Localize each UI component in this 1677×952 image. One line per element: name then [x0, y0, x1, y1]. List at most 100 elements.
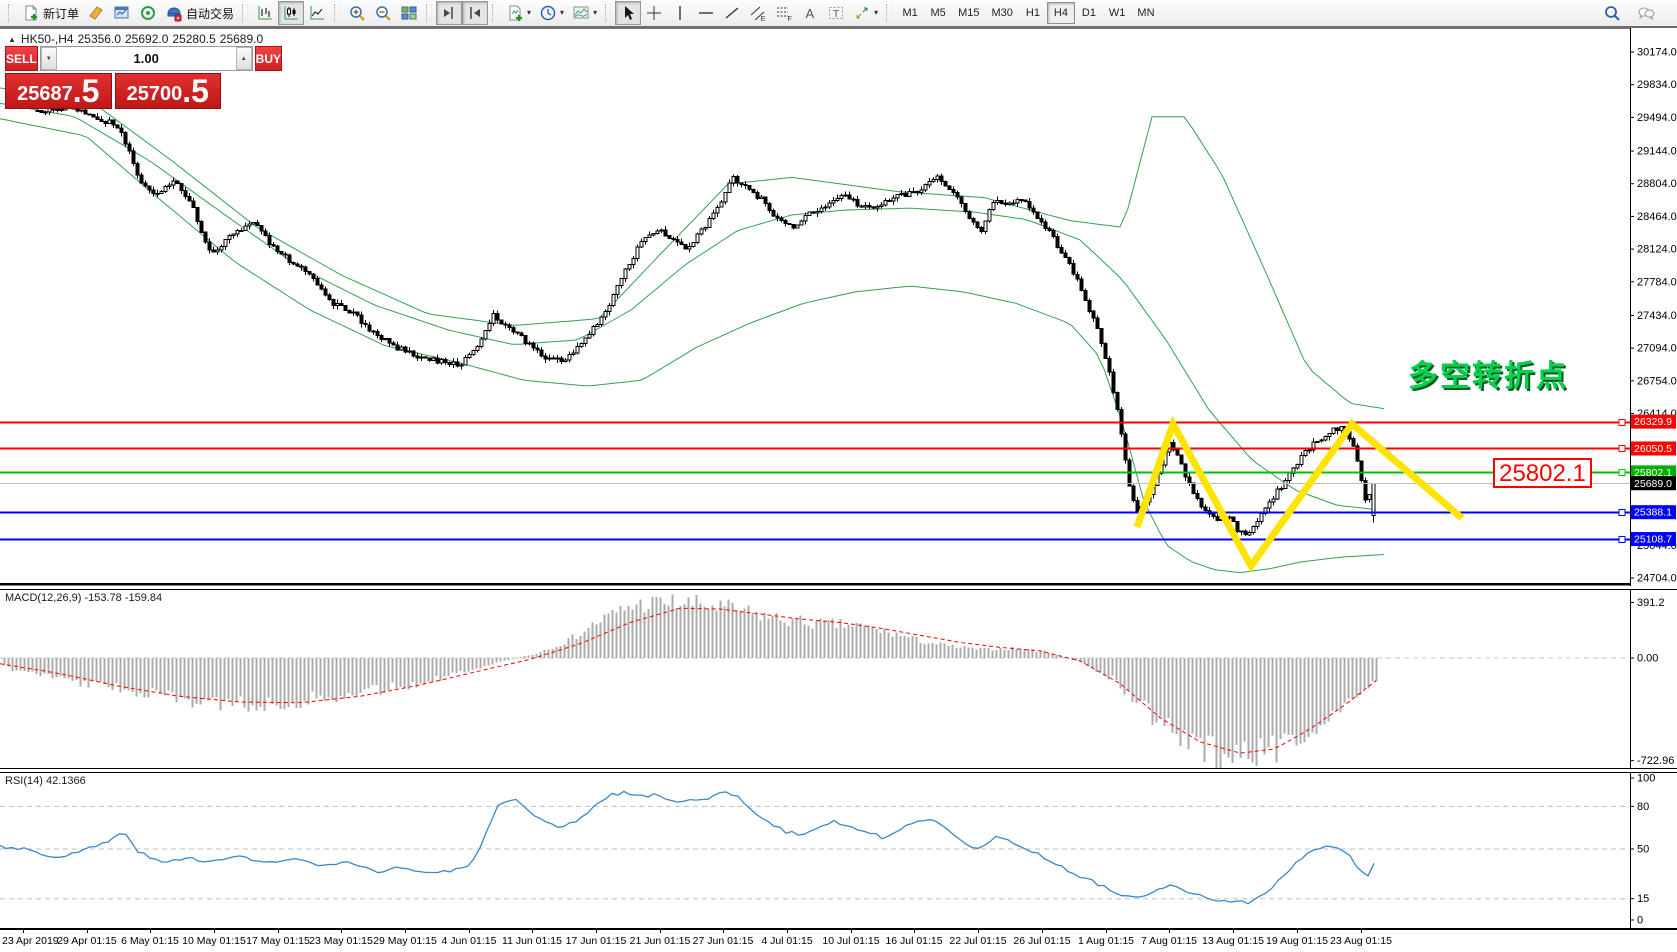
text-label-button[interactable]: T	[823, 1, 849, 25]
tf-m30-label: M30	[992, 7, 1013, 19]
tf-mn-button[interactable]: MN	[1131, 2, 1160, 24]
trendline-icon	[723, 4, 741, 22]
text-icon: A	[801, 4, 819, 22]
auto-trading-button[interactable]: 自动交易	[161, 1, 238, 25]
hline-26329.9[interactable]	[0, 420, 1630, 426]
toolbar: 新订单 自动交易 ▾ ▾ ▾ E F AT ▾ M1M5 M15 M30 H1 H4 D1W1 MN	[0, 0, 1677, 28]
hline-25108.7[interactable]	[0, 537, 1630, 543]
candlestick-chart-button[interactable]	[278, 1, 304, 25]
price-badge-25108.7: 25108.7	[1631, 532, 1676, 546]
templates-button[interactable]: ▾	[568, 1, 601, 25]
tf-m15-label: M15	[958, 7, 979, 19]
new-order-button[interactable]: 新订单	[18, 1, 83, 25]
crosshair-button[interactable]	[641, 1, 667, 25]
price-tick-label: 28804.0	[1637, 178, 1677, 190]
vertical-line-button[interactable]	[667, 1, 693, 25]
tf-h4-button[interactable]: H4	[1047, 2, 1075, 24]
indicators-button[interactable]: ▾	[502, 1, 535, 25]
tf-h1-button[interactable]: H1	[1019, 2, 1047, 24]
price-tick-label: 29494.0	[1637, 112, 1677, 124]
price-tick-label: 29144.0	[1637, 146, 1677, 158]
macd-tick-label: -722.96	[1637, 755, 1674, 767]
templates-dropdown-icon[interactable]: ▾	[593, 9, 597, 17]
rsi-tick-label: 0	[1637, 915, 1643, 927]
macd-tick-label: 391.2	[1637, 597, 1665, 609]
arrows-dropdown-icon[interactable]: ▾	[874, 9, 878, 17]
time-axis[interactable]: 23 Apr 201929 Apr 01:156 May 01:1510 May…	[0, 929, 1677, 952]
svg-text:E: E	[761, 16, 766, 22]
bar-chart-button[interactable]	[252, 1, 278, 25]
tile-windows-button[interactable]	[396, 1, 422, 25]
price-tick-label: 24704.0	[1637, 572, 1677, 584]
hline-25802.1[interactable]	[0, 470, 1630, 476]
zigzag-annotation[interactable]	[1137, 424, 1462, 566]
macd-label: MACD(12,26,9) -153.78 -159.84	[5, 592, 162, 604]
svg-text:F: F	[788, 16, 792, 22]
rsi-tick-label: 15	[1637, 893, 1649, 905]
auto-scroll-button[interactable]	[462, 1, 488, 25]
buy-price-button[interactable]: 25700.5	[115, 73, 222, 109]
line-chart-button[interactable]	[304, 1, 330, 25]
tf-mn-label: MN	[1137, 7, 1154, 19]
one-click-trading-panel: SELL ▼ ▲ BUY 25687.5 25700.5	[5, 46, 221, 109]
macd-canvas[interactable]: 391.2 0.00 -722.96	[0, 589, 1677, 769]
tf-w1-button[interactable]: W1	[1103, 2, 1132, 24]
search-button[interactable]	[1599, 1, 1625, 25]
equidistant-channel-button[interactable]: E	[745, 1, 771, 25]
cursor-button[interactable]	[615, 1, 641, 25]
zoom-out-button[interactable]	[370, 1, 396, 25]
tf-d1-button[interactable]: D1	[1075, 2, 1103, 24]
periods-dropdown-icon[interactable]: ▾	[560, 9, 564, 17]
charts-window-button[interactable]	[109, 1, 135, 25]
hline-icon	[697, 4, 715, 22]
arrows-button[interactable]: ▾	[849, 1, 882, 25]
ohlc-low: 25280.5	[172, 32, 215, 46]
signals-icon	[139, 4, 157, 22]
fibonacci-button[interactable]: F	[771, 1, 797, 25]
chart-shift-button[interactable]	[436, 1, 462, 25]
price-tick-label: 30174.0	[1637, 47, 1677, 59]
zoom-out-icon	[374, 4, 392, 22]
tf-m15-button[interactable]: M15	[952, 2, 985, 24]
toolbar-grip	[605, 4, 611, 22]
text-button[interactable]: A	[797, 1, 823, 25]
main-chart-canvas[interactable]: 30174.029834.029494.029144.028804.028464…	[0, 28, 1677, 586]
buy-price-int: 25700	[127, 83, 183, 105]
price-annotation-box[interactable]: 25802.1	[1493, 458, 1592, 488]
price-tick-label: 27094.0	[1637, 343, 1677, 355]
ohlc-open: 25356.0	[78, 32, 121, 46]
trendline-button[interactable]	[719, 1, 745, 25]
indicators-dropdown-icon[interactable]: ▾	[527, 9, 531, 17]
rsi-panel: 1008050150	[0, 772, 1677, 929]
time-tick-label: 23 Apr 2019	[2, 935, 59, 947]
signals-button[interactable]	[135, 1, 161, 25]
buy-button[interactable]: BUY	[255, 46, 282, 71]
auto-scroll-icon	[466, 4, 484, 22]
volume-decrease-button[interactable]: ▼	[41, 47, 57, 70]
price-badge-25689: 25689.0	[1631, 476, 1676, 490]
tf-m30-button[interactable]: M30	[986, 2, 1019, 24]
community-chat-button[interactable]	[1633, 1, 1659, 25]
trade-panel-collapse-icon[interactable]: ▲	[8, 35, 16, 44]
tf-h4-label: H4	[1054, 7, 1068, 19]
arrows-icon	[853, 4, 871, 22]
auto-trading-label: 自动交易	[186, 5, 234, 22]
periods-button[interactable]: ▾	[535, 1, 568, 25]
macd-tick-label: 0.00	[1637, 653, 1658, 665]
channel-icon: E	[749, 4, 767, 22]
volume-increase-button[interactable]: ▲	[236, 47, 252, 70]
tf-m5-button[interactable]: M5	[924, 2, 952, 24]
volume-input[interactable]	[57, 47, 236, 70]
sell-button[interactable]: SELL	[5, 46, 38, 71]
horizontal-line-button[interactable]	[693, 1, 719, 25]
zoom-in-button[interactable]	[344, 1, 370, 25]
hline-25388.1[interactable]	[0, 510, 1630, 516]
toolbar-grip	[242, 4, 248, 22]
rsi-canvas[interactable]: 1008050150	[0, 772, 1677, 929]
turning-point-annotation[interactable]: 多空转折点	[1408, 351, 1568, 395]
time-tick-label: 29 Apr 01:15	[57, 935, 117, 947]
sell-price-button[interactable]: 25687.5	[5, 73, 112, 109]
tf-m1-button[interactable]: M1	[896, 2, 924, 24]
price-badge-26329.9: 26329.9	[1631, 415, 1676, 429]
styler-button[interactable]	[83, 1, 109, 25]
